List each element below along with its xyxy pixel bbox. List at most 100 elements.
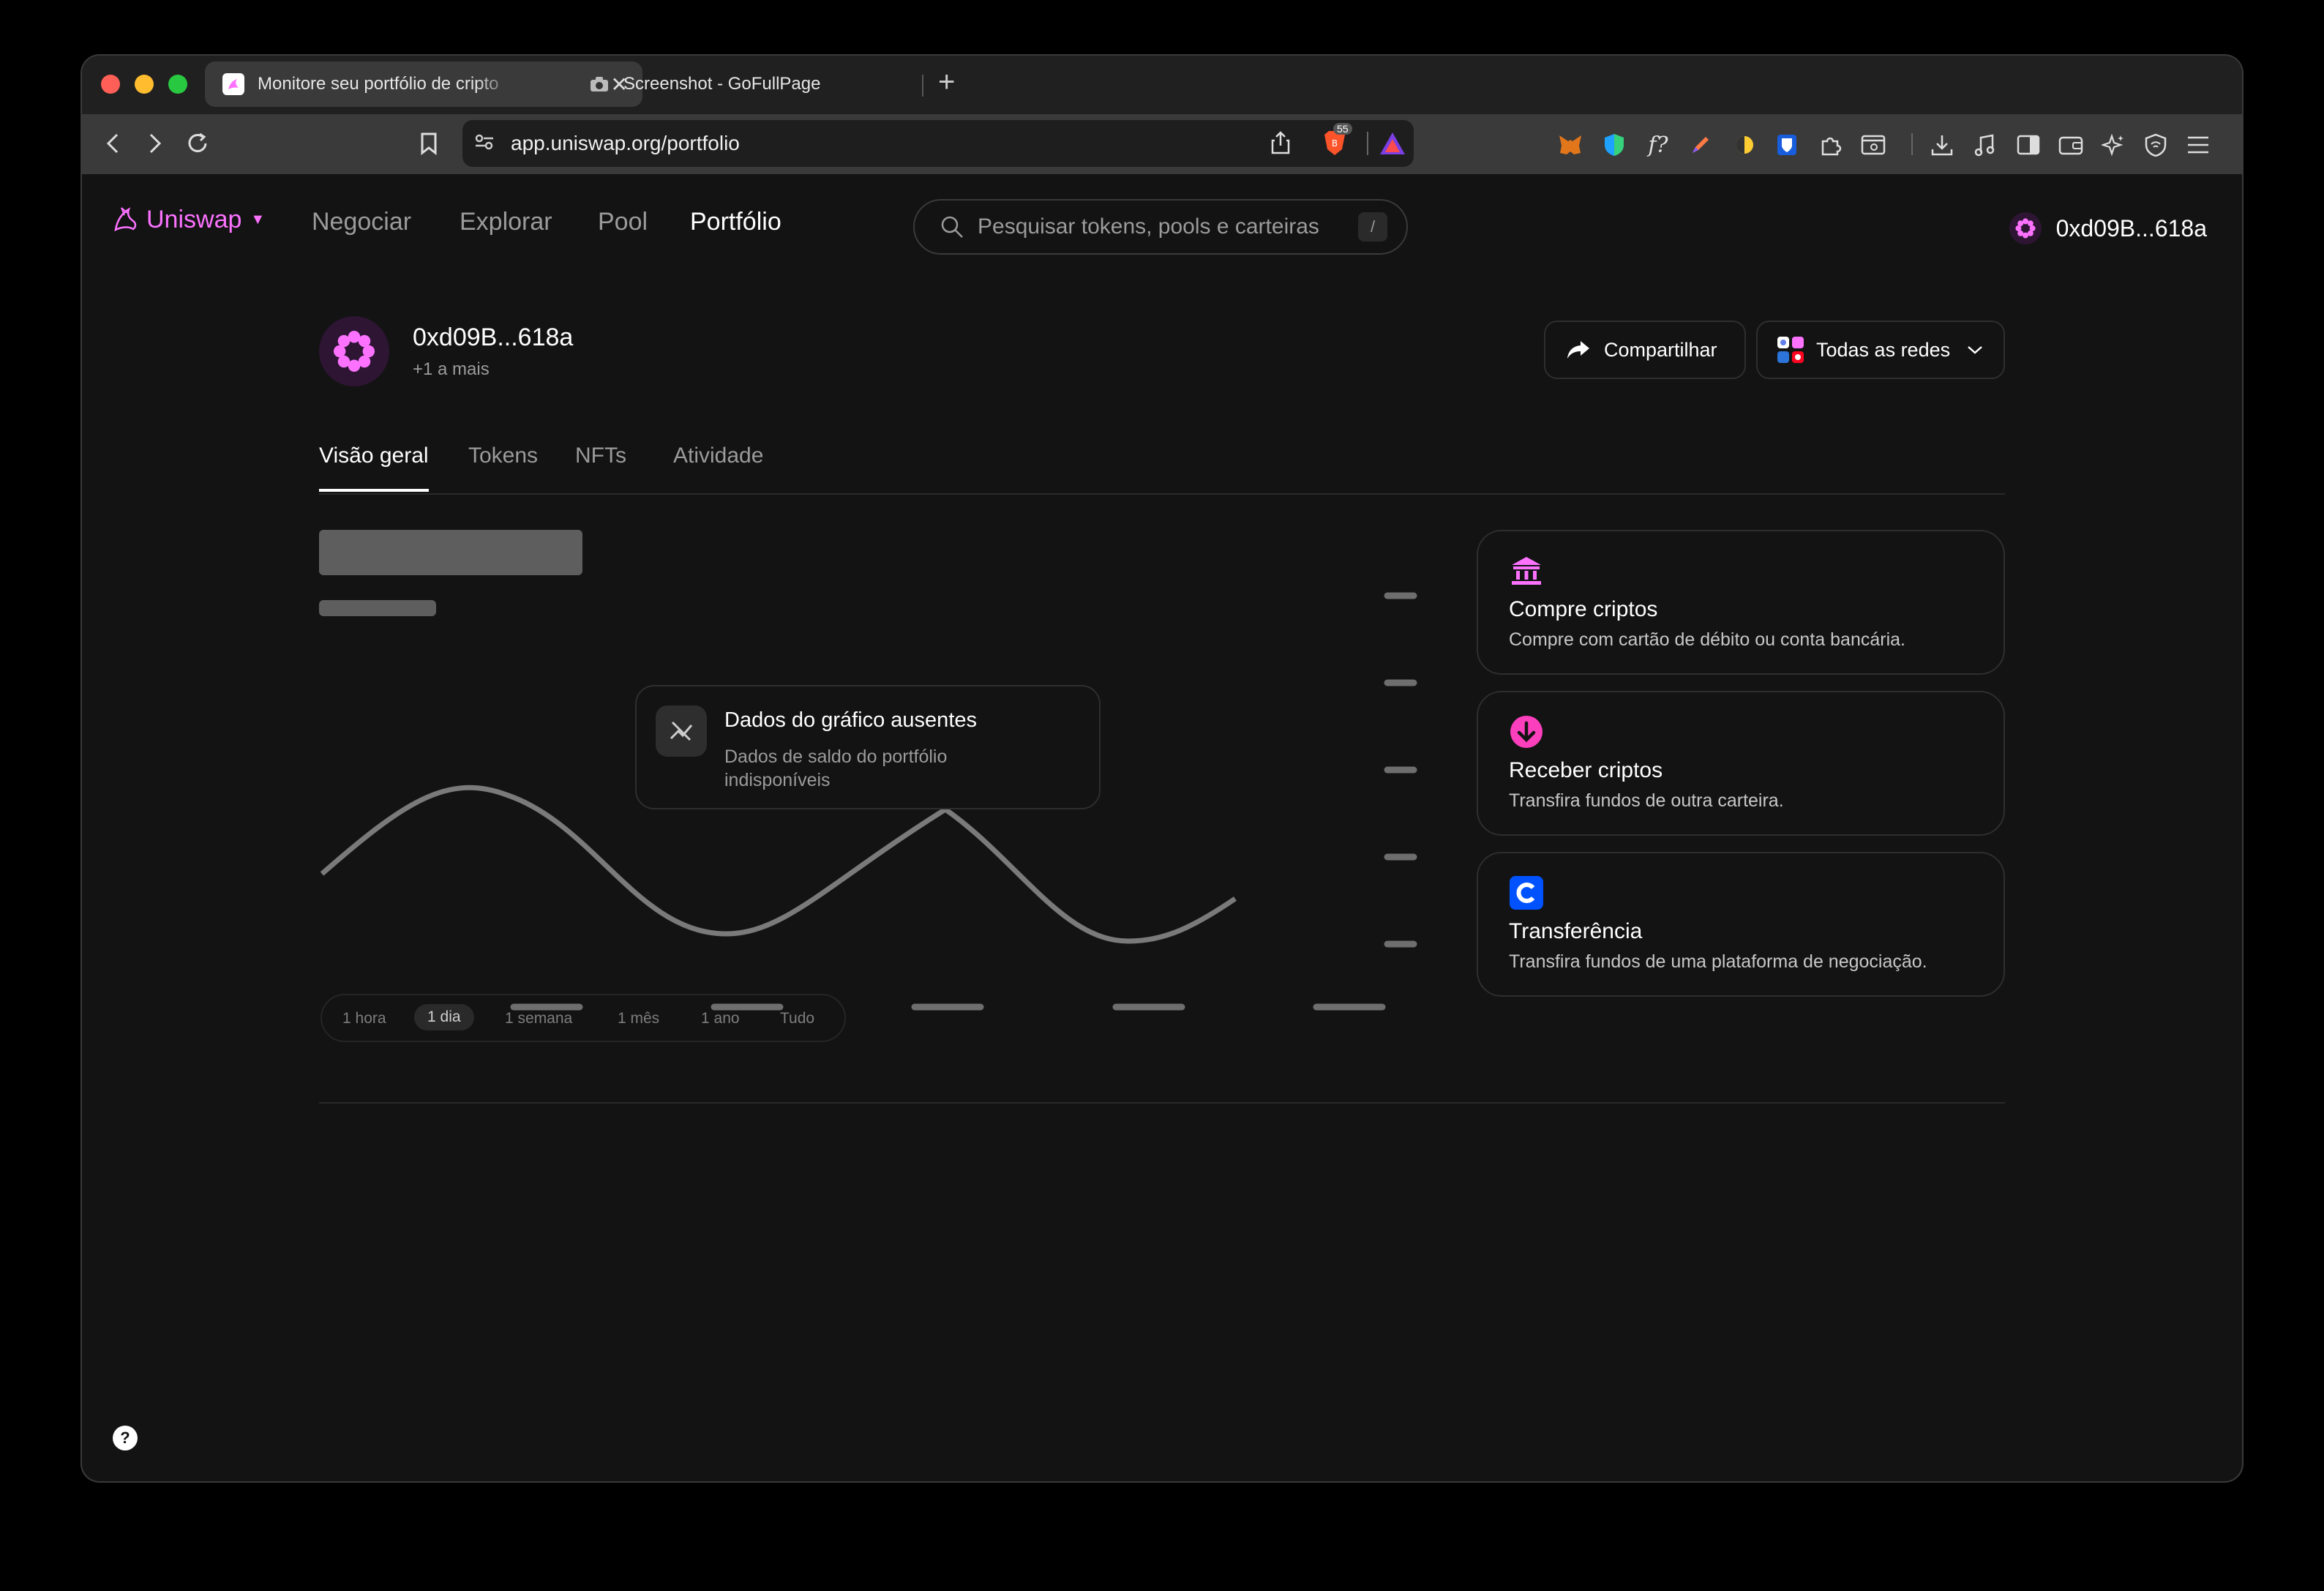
tab-title: Monitore seu portfólio de cripto — [258, 74, 499, 94]
guard-extension-icon[interactable] — [1600, 130, 1629, 160]
bitwarden-icon[interactable] — [1772, 130, 1802, 160]
share-label: Compartilhar — [1604, 338, 1717, 361]
timeframe-1-year[interactable]: 1 ano — [701, 1010, 740, 1027]
uniswap-logo[interactable]: Uniswap ▼ — [111, 205, 265, 234]
reload-icon[interactable] — [181, 127, 214, 160]
profile-header: 0xd09B...618a +1 a mais — [319, 316, 573, 386]
wallet-address[interactable]: 0xd09B...618a — [413, 323, 573, 352]
browser-toolbar: app.uniswap.org/portfolio B 55 f? — [82, 114, 2242, 174]
nav-pool[interactable]: Pool — [598, 208, 648, 236]
flower-avatar-icon — [333, 330, 375, 373]
back-icon[interactable] — [97, 127, 129, 160]
buy-crypto-card[interactable]: Compre criptos Compre com cartão de débi… — [1477, 530, 2005, 675]
account-button[interactable]: 0xd09B...618a — [2009, 212, 2207, 244]
reader-mode-icon[interactable] — [1859, 130, 1888, 160]
chevron-down-icon[interactable]: ▼ — [250, 211, 265, 228]
wallet-icon[interactable] — [2056, 130, 2085, 160]
card-description: Compre com cartão de débito ou conta ban… — [1509, 629, 1905, 650]
card-title: Compre criptos — [1509, 597, 1658, 621]
metamask-icon[interactable] — [1556, 130, 1585, 160]
svg-text:B: B — [1332, 138, 1338, 149]
timeframe-1-day[interactable]: 1 dia — [414, 1004, 474, 1030]
network-selector[interactable]: Todas as redes — [1756, 321, 2005, 379]
chart-off-icon — [656, 705, 707, 757]
card-description: Transfira fundos de uma plataforma de ne… — [1509, 951, 1927, 972]
tab-overview[interactable]: Visão geral — [319, 443, 429, 492]
receive-crypto-card[interactable]: Receber criptos Transfira fundos de outr… — [1477, 691, 2005, 836]
puzzle-extensions-icon[interactable] — [1816, 130, 1845, 160]
leo-ai-icon[interactable] — [2099, 130, 2128, 160]
forward-icon[interactable] — [139, 127, 171, 160]
dark-mode-icon[interactable] — [1730, 130, 1759, 160]
uniswap-favicon-icon — [222, 73, 244, 95]
placeholder-chart-line — [320, 785, 1237, 944]
section-divider — [319, 1102, 2005, 1104]
toolbar-divider — [1911, 133, 1913, 155]
tab-nfts[interactable]: NFTs — [575, 443, 626, 468]
portfolio-tabs: Visão geral Tokens NFTs Atividade — [319, 443, 2005, 495]
help-icon[interactable]: ? — [113, 1426, 138, 1450]
timeframe-1-week[interactable]: 1 semana — [505, 1010, 572, 1027]
share-page-icon[interactable] — [1270, 130, 1291, 159]
flower-avatar-icon — [2015, 218, 2036, 239]
nav-portfolio[interactable]: Portfólio — [690, 208, 781, 236]
avatar — [319, 316, 389, 386]
camera-favicon-icon — [588, 73, 610, 95]
chevron-down-icon — [1968, 346, 1982, 354]
empty-state-message: Dados de saldo do portfólio indisponívei… — [724, 746, 948, 790]
shield-count-badge: 55 — [1333, 123, 1352, 135]
address-bar[interactable]: app.uniswap.org/portfolio B 55 — [462, 120, 1414, 167]
card-title: Receber criptos — [1509, 758, 1663, 782]
browser-window: Monitore seu portfólio de cripto ✕ Scree… — [82, 56, 2242, 1481]
minimize-window-button[interactable] — [135, 75, 154, 94]
timeframe-1-month[interactable]: 1 mês — [618, 1010, 659, 1027]
address-divider — [1367, 132, 1368, 155]
menu-icon[interactable] — [2184, 130, 2213, 160]
more-wallets-label[interactable]: +1 a mais — [413, 359, 573, 380]
site-settings-icon[interactable] — [474, 133, 495, 154]
tab-strip: Monitore seu portfólio de cripto ✕ Scree… — [82, 56, 2242, 114]
tab-title: Screenshot - GoFullPage — [623, 74, 821, 94]
bookmark-icon[interactable] — [413, 127, 445, 160]
new-tab-plus-icon[interactable]: + — [938, 66, 955, 99]
share-button[interactable]: Compartilhar — [1544, 321, 1746, 379]
close-window-button[interactable] — [101, 75, 120, 94]
card-description: Transfira fundos de outra carteira. — [1509, 790, 1784, 811]
chart-empty-state: Dados do gráfico ausentes Dados de saldo… — [635, 685, 1101, 809]
timeframe-all[interactable]: Tudo — [780, 1010, 814, 1027]
networks-label: Todas as redes — [1816, 338, 1951, 361]
networks-grid-icon — [1777, 337, 1804, 363]
download-icon[interactable] — [1927, 130, 1957, 160]
vpn-shield-icon[interactable] — [2141, 130, 2170, 160]
avatar — [2009, 212, 2042, 244]
tab-activity[interactable]: Atividade — [673, 443, 763, 468]
timeframe-1-hour[interactable]: 1 hora — [342, 1010, 386, 1027]
tab-tokens[interactable]: Tokens — [468, 443, 538, 468]
bank-icon — [1512, 557, 1541, 585]
pen-extension-icon[interactable] — [1686, 130, 1715, 160]
sidebar-toggle-icon[interactable] — [2014, 130, 2043, 160]
media-music-icon[interactable] — [1970, 130, 1999, 160]
tab-divider — [922, 75, 923, 97]
search-icon — [941, 216, 963, 238]
brave-rewards-icon[interactable] — [1379, 130, 1406, 160]
timeframe-selector: 1 hora 1 dia 1 semana 1 mês 1 ano Tudo — [321, 994, 846, 1042]
coinbase-icon — [1510, 876, 1543, 910]
logo-text: Uniswap — [146, 205, 242, 233]
account-address: 0xd09B...618a — [2055, 214, 2207, 242]
nav-negociar[interactable]: Negociar — [312, 208, 411, 236]
action-cards: Compre criptos Compre com cartão de débi… — [1477, 530, 2005, 1013]
share-arrow-icon — [1567, 341, 1589, 359]
maximize-window-button[interactable] — [168, 75, 187, 94]
card-title: Transferência — [1509, 919, 1643, 943]
nav-explorar[interactable]: Explorar — [460, 208, 552, 236]
browser-tab[interactable]: Screenshot - GoFullPage — [571, 61, 929, 107]
receive-icon — [1510, 716, 1543, 748]
empty-state-title: Dados do gráfico ausentes — [724, 708, 977, 732]
search-placeholder: Pesquisar tokens, pools e carteiras — [978, 214, 1319, 239]
search-input[interactable]: Pesquisar tokens, pools e carteiras / — [913, 199, 1408, 255]
unicorn-logo-icon — [114, 207, 137, 232]
search-shortcut-key: / — [1358, 212, 1387, 242]
transfer-card[interactable]: Transferência Transfira fundos de uma pl… — [1477, 852, 2005, 997]
function-extension-icon[interactable]: f? — [1643, 130, 1673, 160]
